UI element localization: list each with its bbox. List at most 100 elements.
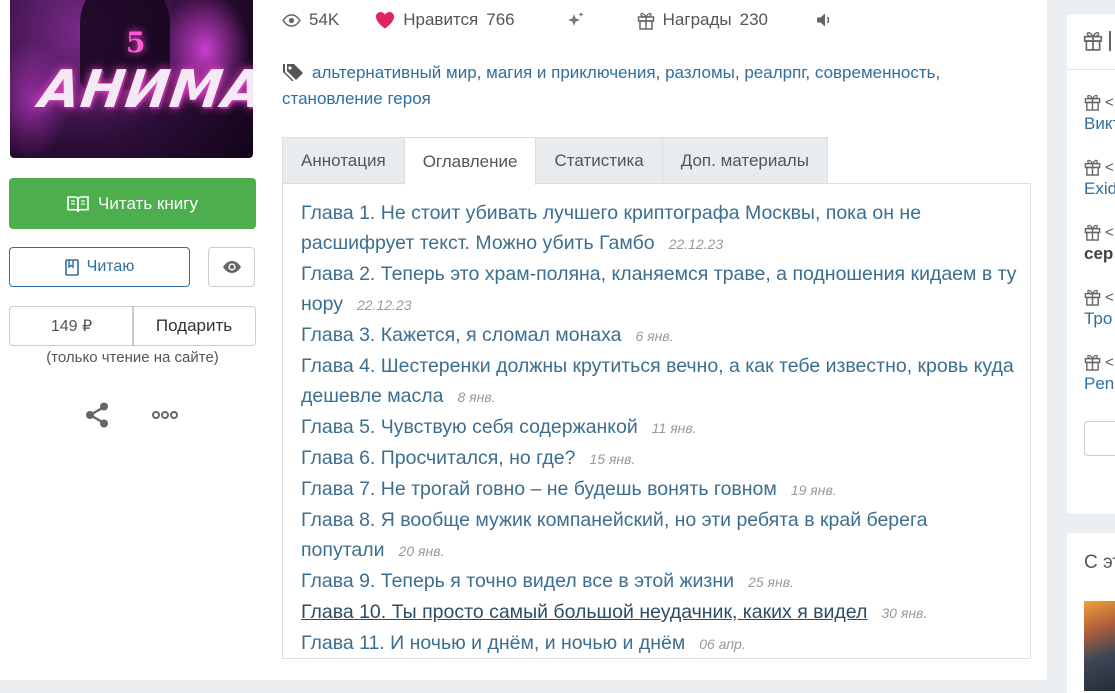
- gifter-name[interactable]: Exid: [1084, 177, 1115, 201]
- gift-entry: < сер: [1084, 222, 1115, 266]
- tab-extra-materials[interactable]: Доп. материалы: [661, 137, 828, 183]
- chapter-date: 11 янв.: [651, 420, 697, 436]
- sparkles-icon: [567, 12, 584, 26]
- eye-icon: [222, 261, 241, 273]
- heart-icon: [376, 12, 395, 29]
- gift-icon: [1083, 32, 1103, 51]
- gifter-name: сер: [1084, 244, 1114, 263]
- gift-prefix: <: [1105, 288, 1114, 306]
- chapter-item: Глава 3. Кажется, я сломал монаха 6 янв.: [301, 320, 1021, 351]
- book-cover[interactable]: 5 АНИМА: [10, 0, 253, 158]
- chapter-link[interactable]: Глава 5. Чувствую себя содержанкой: [301, 416, 638, 438]
- gift-entry: <Penz: [1084, 352, 1115, 396]
- reading-status-button[interactable]: Читаю: [9, 247, 190, 287]
- table-of-contents-panel: Глава 1. Не стоит убивать лучшего крипто…: [282, 183, 1031, 659]
- chapter-date: 25 янв.: [748, 574, 794, 590]
- sidebar-button[interactable]: [1084, 421, 1115, 456]
- speaker-icon: [817, 13, 830, 27]
- bookmark-book-icon: [64, 258, 79, 276]
- similar-books-card: С эт: [1067, 533, 1115, 693]
- chapter-link[interactable]: Глава 9. Теперь я точно видел все в этой…: [301, 570, 734, 592]
- gift-entry-top: <: [1084, 92, 1115, 112]
- similar-books-header: С эт: [1084, 552, 1115, 573]
- price: 149 ₽: [9, 306, 134, 346]
- tag-separator: ,: [655, 63, 661, 82]
- chapter-link[interactable]: Глава 1. Не стоит убивать лучшего крипто…: [301, 202, 921, 254]
- gift-entry: <Викт: [1084, 92, 1115, 136]
- price-note: (только чтение на сайте): [46, 349, 219, 366]
- reading-status-label: Читаю: [86, 258, 135, 275]
- chapter-link[interactable]: Глава 10. Ты просто самый большой неудач…: [301, 601, 867, 623]
- awards-label: Награды: [662, 10, 732, 29]
- more-options-icon[interactable]: [150, 405, 180, 425]
- gift-entry: < Тро: [1084, 287, 1115, 331]
- tab-annotation[interactable]: Аннотация: [282, 137, 405, 183]
- gift-entry-top: <: [1084, 157, 1115, 177]
- gift-entry: < Exid: [1084, 157, 1115, 201]
- like-button[interactable]: Нравится 766: [375, 10, 515, 30]
- gift-entry-top: <: [1084, 352, 1115, 372]
- gift-icon: [637, 12, 654, 30]
- open-book-icon: [67, 195, 89, 212]
- chapter-link[interactable]: Глава 3. Кажется, я сломал монаха: [301, 324, 622, 346]
- tag-link[interactable]: разломы: [665, 63, 735, 82]
- tag-separator: ,: [476, 63, 482, 82]
- tag-link[interactable]: становление героя: [282, 89, 431, 108]
- gift-prefix: <: [1105, 158, 1114, 176]
- watch-button[interactable]: [208, 247, 255, 287]
- chapter-date: 15 янв.: [589, 451, 636, 467]
- gifter-name[interactable]: Тро: [1084, 307, 1115, 331]
- gifter-name[interactable]: Викт: [1084, 112, 1115, 136]
- tags-icon: [283, 64, 303, 81]
- divider: [1067, 69, 1115, 70]
- tag-link[interactable]: альтернативный мир: [312, 63, 477, 82]
- tag-separator: ,: [935, 63, 941, 82]
- tag-link[interactable]: реалрпг: [744, 63, 805, 82]
- tab-contents[interactable]: Оглавление: [403, 137, 537, 185]
- gift-icon: [1084, 159, 1101, 176]
- chapter-link[interactable]: Глава 4. Шестеренки должны крутиться веч…: [301, 355, 1014, 407]
- chapter-item: Глава 6. Просчитался, но где? 15 янв.: [301, 443, 1021, 474]
- read-book-button[interactable]: Читать книгу: [9, 178, 256, 229]
- audio-button[interactable]: [816, 12, 834, 28]
- chapter-date: 19 янв.: [790, 482, 837, 498]
- chapter-item: Глава 5. Чувствую себя содержанкой 11 янв…: [301, 412, 1021, 443]
- gift-prefix: <: [1105, 353, 1114, 371]
- similar-book-thumbnail[interactable]: [1084, 601, 1115, 691]
- gifts-header-text: [1109, 30, 1115, 51]
- gift-icon: [1084, 289, 1101, 306]
- tag-link[interactable]: магия и приключения: [486, 63, 655, 82]
- tag-link[interactable]: современность: [815, 63, 936, 82]
- tag-list: альтернативный мир, магия и приключения,…: [282, 60, 982, 112]
- cover-number: 5: [126, 26, 146, 59]
- cover-title: АНИМА: [35, 60, 253, 120]
- awards-button[interactable]: Награды 230: [637, 10, 768, 30]
- likes-count: 766: [486, 10, 515, 29]
- gift-entry-top: <: [1084, 222, 1115, 242]
- share-icon[interactable]: [83, 401, 111, 429]
- views-stat: 54K: [282, 10, 339, 30]
- gift-prefix: <: [1105, 93, 1114, 111]
- chapter-link[interactable]: Глава 11. И ночью и днём, и ночью и днём: [301, 632, 685, 654]
- chapter-date: 06 апр.: [699, 636, 746, 652]
- chapter-link[interactable]: Глава 6. Просчитался, но где?: [301, 447, 575, 469]
- chapter-date: 8 янв.: [457, 389, 496, 405]
- gifts-sidebar-card: <Викт<Exid<сер<Тро<Penz: [1067, 14, 1115, 514]
- read-book-label: Читать книгу: [98, 193, 198, 213]
- chapter-date: 30 янв.: [881, 605, 928, 621]
- gift-book-button[interactable]: Подарить: [132, 306, 256, 346]
- sparkles-button[interactable]: [567, 11, 585, 29]
- awards-count: 230: [739, 10, 768, 29]
- chapter-item: Глава 1. Не стоит убивать лучшего крипто…: [301, 198, 1021, 259]
- chapter-date: 22.12.23: [668, 236, 724, 252]
- chapter-item: Глава 4. Шестеренки должны крутиться веч…: [301, 351, 1021, 412]
- gift-prefix: <: [1105, 223, 1114, 241]
- tab-statistics[interactable]: Статистика: [535, 137, 663, 183]
- chapter-link[interactable]: Глава 8. Я вообще мужик компанейский, но…: [301, 509, 928, 561]
- chapter-item: Глава 9. Теперь я точно видел все в этой…: [301, 566, 1021, 597]
- gifter-name[interactable]: Penz: [1084, 372, 1115, 396]
- chapter-link[interactable]: Глава 7. Не трогай говно – не будешь вон…: [301, 478, 777, 500]
- gift-icon: [1084, 94, 1101, 111]
- gift-entry-top: <: [1084, 287, 1115, 307]
- likes-label: Нравится: [403, 10, 479, 29]
